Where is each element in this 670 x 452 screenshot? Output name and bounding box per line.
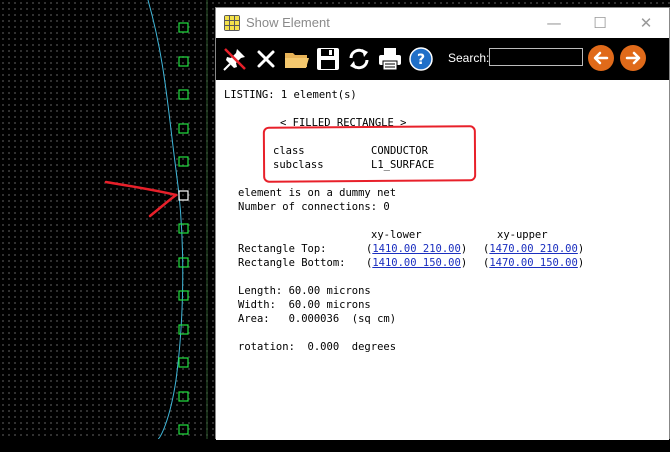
pad [178,391,189,402]
rect-top-row: Rectangle Top: [238,242,327,256]
refresh-icon [349,48,369,70]
refresh-button[interactable] [344,43,374,75]
save-icon [317,48,339,70]
rotation-text: rotation: 0.000 degrees [238,341,397,353]
dummy-net-text: element is on a dummy net [238,187,397,199]
pad-column [178,22,189,435]
rect-bottom-upper-link[interactable]: 1470.00 150.00 [489,257,578,269]
pad [178,223,189,234]
xy-upper-header: xy-upper [497,229,548,241]
rect-bottom-row: Rectangle Bottom: [238,256,345,270]
pad [178,56,189,67]
pad [178,22,189,33]
help-button[interactable]: ? [406,43,436,75]
pad [178,357,189,368]
save-button[interactable] [313,43,343,75]
close-window-button[interactable]: ✕ [623,10,669,36]
app-grid-icon [224,15,240,31]
pad [178,257,189,268]
pad [178,89,189,100]
pad [178,424,189,435]
window-title: Show Element [246,15,330,30]
width-text: Width: 60.00 microns [238,299,371,311]
rect-bottom-lower: (1410.00 150.00) [366,257,468,269]
title-bar[interactable]: Show Element — ☐ ✕ [216,8,669,38]
pad [178,123,189,134]
toolbar: ? Search: [216,38,669,80]
search-next-button[interactable] [620,45,646,71]
pad [178,156,189,167]
close-x-icon [257,50,275,68]
search-previous-button[interactable] [588,45,614,71]
search-input[interactable] [489,48,583,66]
arrow-left-icon [593,51,609,65]
open-button[interactable] [282,43,312,75]
rect-top-label: Rectangle Top: [238,243,327,255]
clear-button[interactable] [251,43,281,75]
element-listing[interactable]: LISTING: 1 element(s) < FILLED RECTANGLE… [216,80,669,440]
rect-bottom-label: Rectangle Bottom: [238,257,346,269]
maximize-button[interactable]: ☐ [577,10,623,36]
print-button[interactable] [375,43,405,75]
area-text: Area: 0.000036 (sq cm) [238,313,397,325]
rect-top-lower-link[interactable]: 1410.00 210.00 [372,243,461,255]
board-outline-curve [147,0,184,439]
rect-top-lower: (1410.00 210.00) [366,243,468,255]
print-icon [379,48,401,71]
rect-bottom-lower-link[interactable]: 1410.00 150.00 [372,257,461,269]
rect-bottom-upper: (1470.00 150.00) [483,257,585,269]
pad-selected [178,190,189,201]
annotation-highlight-box [262,125,477,183]
help-icon: ? [409,47,433,71]
xy-lower-header: xy-lower [371,229,422,241]
arrow-right-icon [625,51,641,65]
length-text: Length: 60.00 microns [238,285,371,297]
folder-icon [285,53,309,68]
search-label: Search: [448,51,490,65]
svg-text:?: ? [417,52,425,68]
annotation-arrow [104,180,178,218]
connections-text: Number of connections: 0 [238,201,390,213]
rect-top-upper-link[interactable]: 1470.00 210.00 [489,243,578,255]
pin-icon [223,48,246,71]
minimize-button[interactable]: — [531,10,577,36]
listing-header: LISTING: 1 element(s) [224,89,357,101]
show-element-window[interactable]: Show Element — ☐ ✕ ? Search: LISTING: 1 … [215,7,670,440]
pad [178,290,189,301]
pin-button[interactable] [220,43,250,75]
rect-top-upper: (1470.00 210.00) [483,243,585,255]
